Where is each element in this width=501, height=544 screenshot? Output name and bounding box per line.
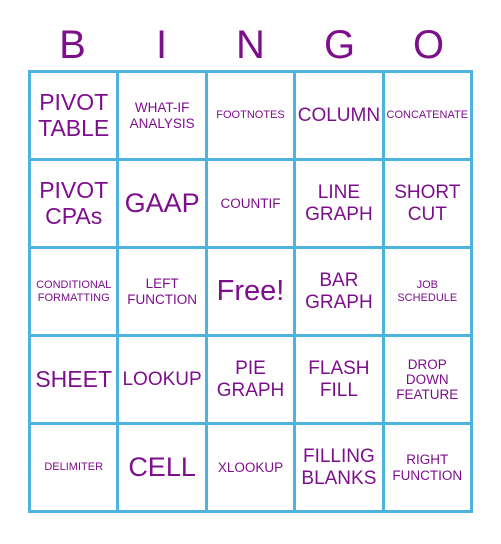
bingo-cell-label: FLASH FILL <box>308 358 370 401</box>
bingo-cell[interactable]: SHEET <box>31 337 120 425</box>
bingo-cell[interactable]: COUNTIF <box>207 161 297 249</box>
bingo-cell[interactable]: CELL <box>119 425 208 513</box>
bingo-cell[interactable]: PIE GRAPH <box>207 337 297 425</box>
bingo-cell[interactable]: CONDITIONAL FORMATTING <box>31 249 120 337</box>
bingo-cell-label: WHAT-IF ANALYSIS <box>129 100 195 131</box>
bingo-cell[interactable]: RIGHT FUNCTION <box>384 425 473 513</box>
bingo-cell-label: PIVOT TABLE <box>38 88 110 141</box>
bingo-header: BINGO <box>28 20 473 70</box>
bingo-cell-label: CONDITIONAL FORMATTING <box>36 279 112 304</box>
bingo-cell[interactable]: COLUMN <box>296 73 385 161</box>
bingo-cell[interactable]: PIVOT TABLE <box>31 73 120 161</box>
bingo-cell-label: XLOOKUP <box>217 459 284 475</box>
bingo-cell-label: DROP DOWN FEATURE <box>396 356 459 403</box>
bingo-cell-label: FOOTNOTES <box>216 109 285 122</box>
bingo-free-space[interactable]: Free! <box>207 249 297 337</box>
bingo-cell-label: COUNTIF <box>220 195 281 211</box>
bingo-cell[interactable]: GAAP <box>119 161 208 249</box>
bingo-cell-label: JOB SCHEDULE <box>397 279 458 304</box>
bingo-cell[interactable]: CONCATENATE <box>384 73 473 161</box>
bingo-cell-label: SHORT CUT <box>394 182 461 225</box>
bingo-cell-label: CELL <box>128 452 196 483</box>
bingo-cell-label: PIE GRAPH <box>216 358 285 401</box>
bingo-header-letter-b: B <box>59 23 86 67</box>
bingo-header-letter-g: G <box>323 23 356 67</box>
bingo-header-letter-n: N <box>236 23 265 67</box>
bingo-cell-label: LINE GRAPH <box>305 182 373 225</box>
bingo-cell-label: FILLING BLANKS <box>301 446 377 489</box>
bingo-cell[interactable]: PIVOT CPAs <box>31 161 120 249</box>
bingo-cell[interactable]: XLOOKUP <box>207 425 297 513</box>
bingo-cell-label: LEFT FUNCTION <box>127 276 197 307</box>
bingo-cell[interactable]: LEFT FUNCTION <box>119 249 208 337</box>
bingo-grid: PIVOT TABLE WHAT-IF ANALYSIS FOOTNOTES COLU… <box>28 70 473 513</box>
bingo-cell[interactable]: DELIMITER <box>31 425 120 513</box>
bingo-card: B I N G O PIVOT TABLE WHAT-IF ANALYSIS FOOTNOT… <box>0 0 501 544</box>
bingo-cell-label: Free! <box>216 275 285 308</box>
bingo-cell[interactable]: LINE GRAPH <box>296 161 385 249</box>
bingo-cell[interactable]: SHORT CUT <box>384 161 473 249</box>
bingo-cell[interactable]: FLASH FILL <box>296 337 385 425</box>
bingo-cell-label: CONCATENATE <box>386 109 469 122</box>
bingo-header-letter-i: I <box>155 23 168 67</box>
bingo-cell[interactable]: DROP DOWN FEATURE <box>384 337 473 425</box>
bingo-cell-label: SHEET <box>35 365 113 392</box>
bingo-cell[interactable]: FOOTNOTES <box>207 73 297 161</box>
bingo-cell[interactable]: JOB SCHEDULE <box>384 249 473 337</box>
bingo-cell-label: COLUMN <box>297 104 381 126</box>
bingo-cell-label: LOOKUP <box>122 368 202 390</box>
bingo-cell-label: BAR GRAPH <box>305 270 373 313</box>
bingo-cell[interactable]: LOOKUP <box>119 337 208 425</box>
bingo-cell-label: GAAP <box>124 188 200 219</box>
bingo-header-letter-o: O <box>412 23 445 67</box>
bingo-cell-label: DELIMITER <box>44 461 104 474</box>
bingo-cell[interactable]: BAR GRAPH <box>296 249 385 337</box>
bingo-cell[interactable]: FILLING BLANKS <box>296 425 385 513</box>
bingo-cell[interactable]: WHAT-IF ANALYSIS <box>119 73 208 161</box>
bingo-cell-label: RIGHT FUNCTION <box>392 452 463 483</box>
bingo-cell-label: PIVOT CPAs <box>39 176 109 229</box>
